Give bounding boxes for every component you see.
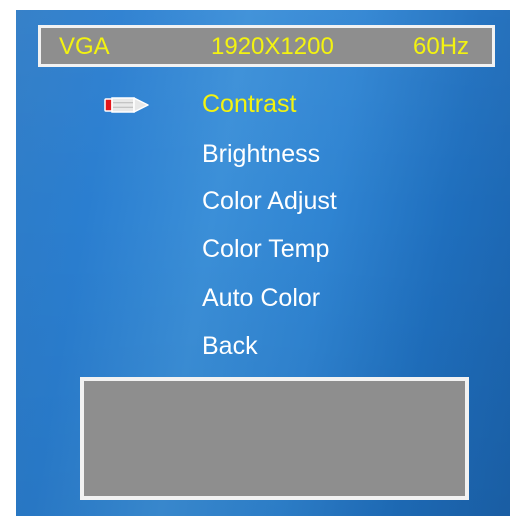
menu-item-auto-color[interactable]: Auto Color: [202, 284, 320, 312]
input-source-label: VGA: [59, 33, 110, 60]
menu-item-color-adjust[interactable]: Color Adjust: [202, 187, 337, 215]
menu-item-brightness[interactable]: Brightness: [202, 140, 320, 168]
menu-item-back[interactable]: Back: [202, 332, 258, 360]
menu-item-contrast[interactable]: Contrast: [202, 90, 296, 118]
osd-menu: VGA 1920X1200 60Hz Contrast Brightness C…: [16, 10, 510, 516]
status-bar: VGA 1920X1200 60Hz: [38, 25, 495, 67]
resolution-label: 1920X1200: [211, 33, 334, 60]
info-panel: [80, 377, 469, 500]
refresh-rate-label: 60Hz: [413, 33, 470, 60]
menu-item-color-temp[interactable]: Color Temp: [202, 235, 329, 263]
pencil-pointer-icon: [104, 97, 149, 113]
